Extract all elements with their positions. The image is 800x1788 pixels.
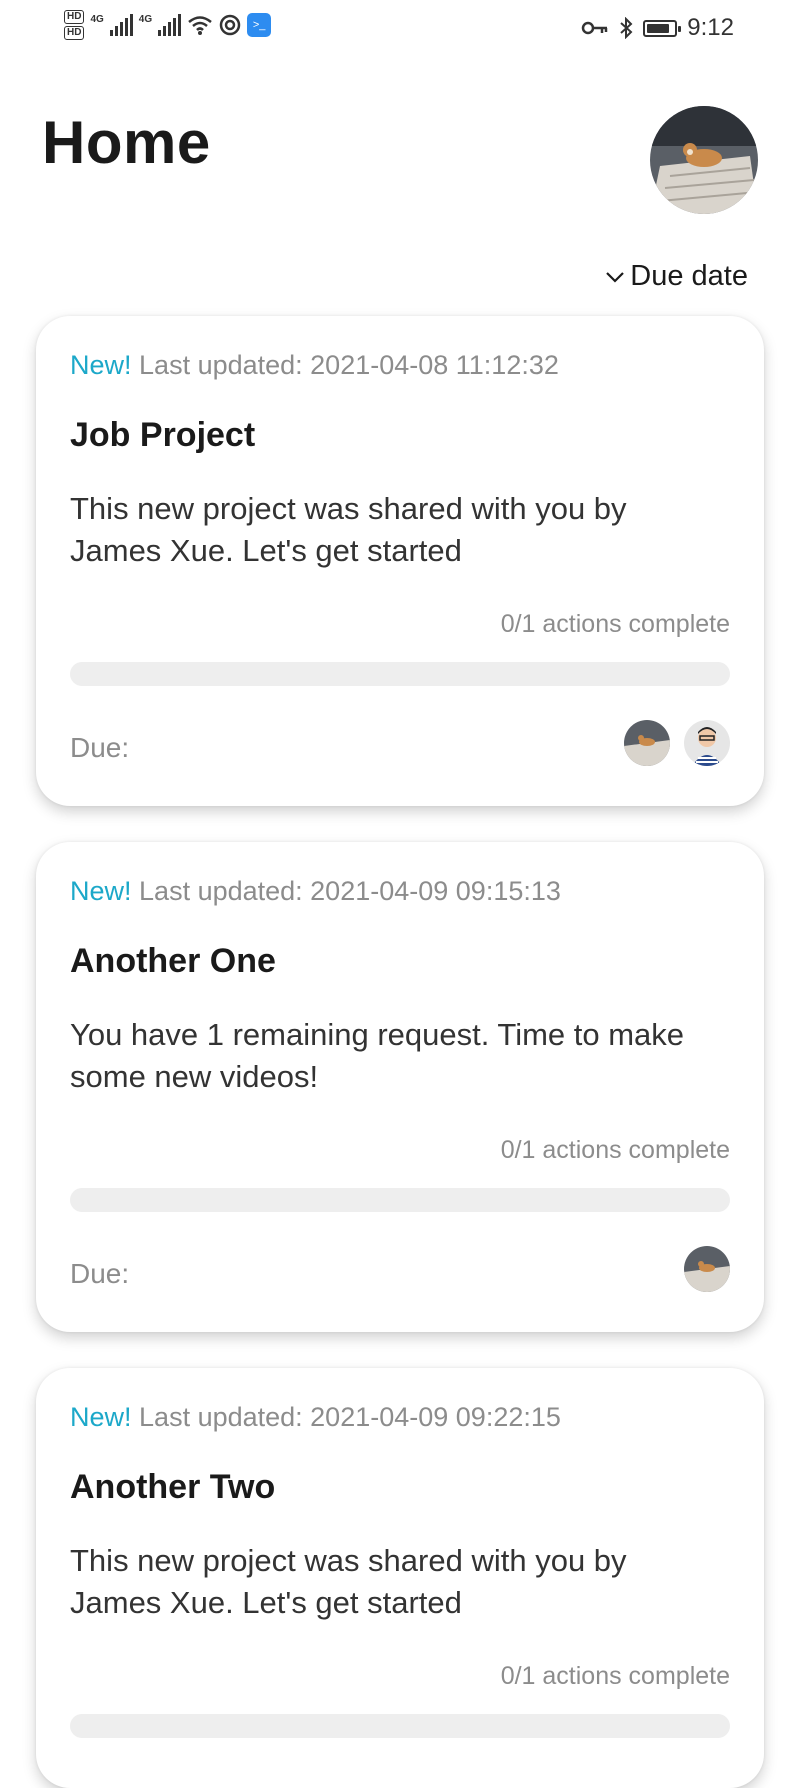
actions-complete: 0/1 actions complete xyxy=(500,1662,730,1690)
card-meta: New! Last updated: 2021-04-08 11:12:32 xyxy=(70,350,559,381)
due-label: Due: xyxy=(70,732,130,763)
bluetooth-icon xyxy=(620,17,633,39)
due-label: Due: xyxy=(70,1258,130,1289)
last-updated: Last updated: 2021-04-08 11:12:32 xyxy=(139,350,559,380)
card-title: Another Two xyxy=(70,1468,276,1506)
new-badge: New! xyxy=(70,1402,132,1432)
assignee-avatars xyxy=(624,720,730,766)
dog-photo-icon xyxy=(650,106,758,214)
card-description: You have 1 remaining request. Time to ma… xyxy=(70,1017,685,1094)
hd-2-icon: HD xyxy=(64,26,85,40)
last-updated: Last updated: 2021-04-09 09:22:15 xyxy=(139,1402,561,1432)
actions-complete: 0/1 actions complete xyxy=(500,1136,730,1164)
assignee-avatars xyxy=(684,1246,730,1292)
dog-avatar-icon xyxy=(684,1246,730,1292)
progress-bar xyxy=(70,662,730,686)
card-description: This new project was shared with you by … xyxy=(70,1543,627,1620)
signal-icon xyxy=(109,14,133,36)
signal-icon xyxy=(158,14,182,36)
page-title: Home xyxy=(42,109,211,176)
progress-bar xyxy=(70,1188,730,1212)
network-type-1: 4G xyxy=(90,13,104,25)
hd-indicator: HD HD xyxy=(64,10,85,40)
card-title: Job Project xyxy=(70,416,256,454)
sort-due-date-button[interactable]: Due date xyxy=(604,260,748,293)
new-badge: New! xyxy=(70,876,132,906)
progress-bar xyxy=(70,1714,730,1738)
card-meta: New! Last updated: 2021-04-09 09:15:13 xyxy=(70,876,561,907)
last-updated: Last updated: 2021-04-09 09:15:13 xyxy=(139,876,561,906)
wifi-icon xyxy=(188,16,212,35)
hd-1-icon: HD xyxy=(64,10,85,24)
card-meta: New! Last updated: 2021-04-09 09:22:15 xyxy=(70,1402,561,1433)
assignee-avatar[interactable] xyxy=(684,720,730,766)
battery-icon xyxy=(643,19,682,37)
dog-avatar-icon xyxy=(624,720,670,766)
project-card[interactable]: New! Last updated: 2021-04-08 11:12:32 J… xyxy=(36,316,764,806)
project-card[interactable]: New! Last updated: 2021-04-09 09:22:15 A… xyxy=(36,1368,764,1788)
person-avatar-icon xyxy=(684,720,730,766)
network-type-2: 4G xyxy=(138,13,153,25)
assignee-avatar[interactable] xyxy=(624,720,670,766)
status-bar: HD HD 4G 4G >_ 9:12 xyxy=(0,0,800,60)
card-title: Another One xyxy=(70,942,276,980)
assignee-avatar[interactable] xyxy=(684,1246,730,1292)
card-description: This new project was shared with you by … xyxy=(70,491,627,568)
chevron-down-icon xyxy=(606,271,625,283)
battery-level xyxy=(647,23,670,33)
project-card[interactable]: New! Last updated: 2021-04-09 09:15:13 A… xyxy=(36,842,764,1332)
profile-avatar[interactable] xyxy=(650,106,758,214)
key-icon xyxy=(582,21,608,35)
hotspot-icon xyxy=(219,14,241,36)
new-badge: New! xyxy=(70,350,132,380)
status-right: 9:12 xyxy=(581,14,734,42)
status-time: 9:12 xyxy=(687,14,734,41)
actions-complete: 0/1 actions complete xyxy=(500,610,730,638)
status-left: HD HD 4G 4G >_ xyxy=(64,10,272,40)
sort-label: Due date xyxy=(630,260,748,292)
app-badge-icon: >_ xyxy=(247,13,272,37)
